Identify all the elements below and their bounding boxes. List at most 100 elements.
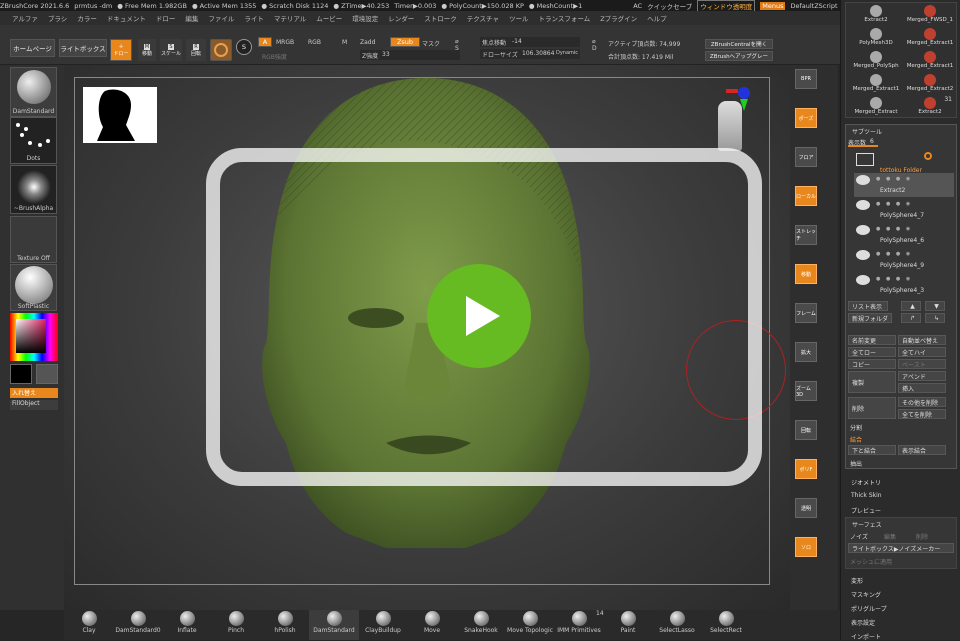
visibility-eye-icon[interactable]: ● ● ● ◉: [876, 226, 952, 232]
polygroups-section[interactable]: ポリグループ: [851, 604, 887, 613]
menu-item[interactable]: 編集: [185, 13, 198, 23]
autosort-button[interactable]: 自動並べ替え: [898, 335, 946, 345]
brush-slot[interactable]: Clay: [64, 610, 114, 640]
stroke-selector[interactable]: Dots: [10, 117, 57, 164]
draw-size-slider[interactable]: ドローサイズ 106.30864 Dynamic: [480, 49, 580, 59]
list-view-button[interactable]: リスト表示: [848, 301, 888, 311]
shelf-button-9[interactable]: 回転: [795, 420, 817, 440]
masking-section[interactable]: マスキング: [851, 590, 881, 599]
append-button[interactable]: アペンド: [898, 371, 946, 381]
new-folder-button[interactable]: 新規フォルダ: [848, 313, 892, 323]
all-low-button[interactable]: 全てロー: [848, 347, 896, 357]
subtool-item[interactable]: ● ● ● ◉ PolySphere4_3: [854, 273, 954, 297]
shelf-button-4[interactable]: ストレッチ: [795, 225, 817, 245]
visibility-eye-icon[interactable]: ● ● ● ◉: [876, 201, 952, 207]
menu-item[interactable]: ムービー: [316, 13, 342, 23]
color-square[interactable]: [16, 319, 46, 353]
shelf-button-0[interactable]: BPR: [795, 69, 817, 89]
insert-button[interactable]: 挿入: [898, 383, 946, 393]
menu-item[interactable]: レンダー: [388, 13, 414, 23]
window-transparency-button[interactable]: ウィンドウ透明度: [697, 0, 756, 11]
fill-object-button[interactable]: FillObject: [10, 400, 58, 410]
zbrush-upgrade-button[interactable]: ZBrushへアップグレー: [705, 51, 773, 61]
dynamic-toggle[interactable]: Dynamic: [556, 50, 578, 56]
brush-slot[interactable]: Move Topologic: [505, 610, 555, 640]
folder-icon[interactable]: [856, 153, 874, 166]
menu-item[interactable]: アルファ: [12, 13, 38, 23]
zsub-button[interactable]: Zsub: [390, 37, 420, 47]
shelf-button-5[interactable]: 移動: [795, 264, 817, 284]
shelf-button-7[interactable]: 拡大: [795, 342, 817, 362]
arrow-up-right-button[interactable]: ↱: [901, 313, 921, 323]
menu-item[interactable]: 環境設定: [352, 13, 378, 23]
subtool-item[interactable]: ● ● ● ◉ PolySphere4_9: [854, 248, 954, 272]
rgb-button[interactable]: RGB: [308, 39, 321, 46]
s-toggle[interactable]: ⌀ S: [455, 38, 469, 60]
brush-slot[interactable]: Inflate: [162, 610, 212, 640]
menu-item[interactable]: マテリアル: [274, 13, 306, 23]
lightbox-noise-button[interactable]: ライトボックス▶ノイズメーカー: [848, 543, 954, 553]
zadd-button[interactable]: Zadd: [360, 39, 375, 46]
quicksave-button[interactable]: クイックセーブ: [647, 1, 692, 11]
ac-button[interactable]: AC: [633, 2, 642, 10]
brush-slot[interactable]: SelectRect: [701, 610, 751, 640]
shelf-button-1[interactable]: ポーズ: [795, 108, 817, 128]
deformation-section[interactable]: 変形: [851, 576, 863, 585]
delete-all-button[interactable]: 全てを削除: [898, 409, 946, 419]
edit-button[interactable]: 編集: [884, 532, 896, 541]
swap-color-button[interactable]: 入れ替え: [10, 388, 58, 398]
play-button[interactable]: [427, 264, 531, 368]
rotate-button[interactable]: R 回転: [186, 39, 206, 61]
menu-item[interactable]: ブラシ: [48, 13, 67, 23]
shelf-button-12[interactable]: ソロ: [795, 537, 817, 557]
shelf-button-3[interactable]: ローカル: [795, 186, 817, 206]
tool-thumbnail[interactable]: Merged_FWSD_1: [904, 5, 956, 27]
material-selector[interactable]: SoftPlastic: [10, 264, 57, 311]
mrgb-button[interactable]: MRGB: [276, 39, 294, 46]
merge-down-button[interactable]: 下と結合: [848, 445, 896, 455]
arrow-down-right-button[interactable]: ↳: [925, 313, 945, 323]
z-intensity-slider[interactable]: Z強度 33: [360, 50, 460, 60]
delete-other-button[interactable]: その他を削除: [898, 397, 946, 407]
brush-slot[interactable]: hPolish: [260, 610, 310, 640]
menu-item[interactable]: ストローク: [424, 13, 457, 23]
menu-item[interactable]: Zプラグイン: [600, 13, 637, 23]
document-canvas[interactable]: [64, 65, 790, 610]
menu-item[interactable]: テクスチャ: [467, 13, 499, 23]
tool-thumbnail[interactable]: Merged_Extract1: [904, 28, 956, 50]
display-count-slider[interactable]: [848, 145, 878, 147]
menu-item[interactable]: ドロー: [156, 13, 176, 23]
menus-button[interactable]: Menus: [760, 1, 786, 10]
brush-slot[interactable]: Move: [407, 610, 457, 640]
move-button[interactable]: M 移動: [138, 39, 156, 61]
primary-color-swatch[interactable]: [10, 364, 32, 384]
merge-section[interactable]: 結合: [850, 435, 862, 444]
subtool-item[interactable]: ● ● ● ◉ PolySphere4_7: [854, 198, 954, 222]
menu-item[interactable]: ライト: [244, 13, 264, 23]
tool-thumbnail[interactable]: Merged_Extract1: [904, 51, 956, 73]
folder-gear-icon[interactable]: [924, 152, 932, 160]
m-button[interactable]: M: [342, 39, 347, 46]
tool-thumbnail[interactable]: Merged_Extract1: [850, 74, 902, 96]
shelf-button-10[interactable]: ポリF: [795, 459, 817, 479]
brush-slot[interactable]: SnakeHook: [456, 610, 506, 640]
color-picker[interactable]: [10, 313, 58, 361]
draw-button[interactable]: ✛ ドロー: [110, 39, 132, 61]
extract-section[interactable]: 抽出: [850, 459, 862, 468]
scale-button[interactable]: S スケール: [160, 39, 182, 61]
delete-button[interactable]: 削除: [848, 397, 896, 419]
subtool-item[interactable]: ● ● ● ◉ PolySphere4_6: [854, 223, 954, 247]
geometry-section[interactable]: ジオメトリ: [851, 478, 881, 487]
brush-slot[interactable]: SelectLasso: [652, 610, 702, 640]
lightbox-button[interactable]: ライトボックス: [59, 39, 107, 57]
brush-slot[interactable]: Paint: [603, 610, 653, 640]
split-section[interactable]: 分割: [850, 423, 862, 432]
all-high-button[interactable]: 全てハイ: [898, 347, 946, 357]
menu-item[interactable]: ファイル: [208, 13, 234, 23]
mask-button[interactable]: マスク: [422, 39, 440, 48]
alpha-selector[interactable]: ~BrushAlpha: [10, 165, 57, 214]
home-button[interactable]: ホームページ: [10, 39, 55, 57]
paste-button[interactable]: ペースト: [898, 359, 946, 369]
brush-slot[interactable]: ClayBuildup: [358, 610, 408, 640]
secondary-color-swatch[interactable]: [36, 364, 58, 384]
